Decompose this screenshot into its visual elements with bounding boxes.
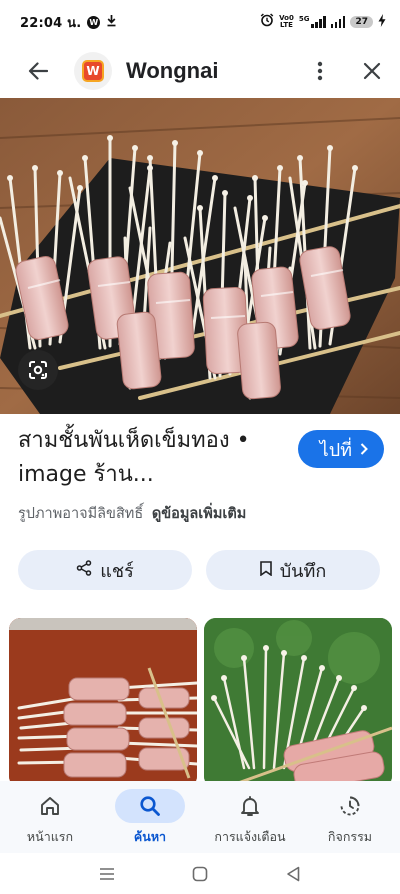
download-notification-icon xyxy=(106,14,117,31)
site-title: Wongnai xyxy=(126,58,219,83)
activity-icon xyxy=(315,789,385,823)
google-lens-icon[interactable] xyxy=(18,350,58,390)
back-arrow-icon[interactable] xyxy=(26,59,50,83)
home-icon xyxy=(15,789,85,823)
more-info-link[interactable]: ดูข้อมูลเพิ่มเติม xyxy=(152,506,246,522)
related-image[interactable] xyxy=(9,618,197,788)
related-image[interactable] xyxy=(204,618,392,788)
share-icon xyxy=(76,559,92,581)
home-button-icon[interactable] xyxy=(190,864,210,884)
nav-item-activity[interactable]: กิจกรรม xyxy=(300,781,400,853)
chevron-right-icon xyxy=(360,440,368,459)
visit-site-label: ไปที่ xyxy=(319,439,352,461)
result-title[interactable]: สามชั้นพันเห็ดเข็มทอง • image ร้าน... xyxy=(18,424,268,492)
system-navigation-bar xyxy=(0,853,400,894)
charging-icon xyxy=(378,13,386,31)
recent-apps-icon[interactable] xyxy=(97,864,117,884)
visit-site-button[interactable]: ไปที่ xyxy=(297,430,384,468)
copyright-note: รูปภาพอาจมีลิขสิทธิ์ xyxy=(18,506,144,522)
nav-label-search: ค้นหา xyxy=(133,829,167,844)
alarm-icon xyxy=(260,13,274,31)
bookmark-icon xyxy=(259,560,272,581)
site-logo: W xyxy=(74,52,112,90)
share-label: แชร์ xyxy=(100,560,134,582)
whatsapp-notification-icon: W xyxy=(87,15,101,29)
network-type-label: 5G xyxy=(298,15,310,23)
more-options-icon[interactable] xyxy=(308,59,332,83)
copyright-row: รูปภาพอาจมีลิขสิทธิ์ ดูข้อมูลเพิ่มเติม xyxy=(18,502,384,525)
nav-item-notifications[interactable]: การแจ้งเตือน xyxy=(200,781,300,853)
action-row: แชร์ บันทึก xyxy=(18,550,380,590)
battery-level: 27 xyxy=(350,16,373,28)
nav-item-home[interactable]: หน้าแรก xyxy=(0,781,100,853)
save-label: บันทึก xyxy=(279,560,327,582)
signal-strength-icon xyxy=(330,16,346,28)
nav-label-home: หน้าแรก xyxy=(26,829,74,844)
app-header: W Wongnai xyxy=(0,44,400,98)
lte-label: LTE xyxy=(280,21,293,29)
nav-label-activity: กิจกรรม xyxy=(327,829,373,844)
result-info: สามชั้นพันเห็ดเข็มทอง • image ร้าน... ไป… xyxy=(18,424,384,525)
close-icon[interactable] xyxy=(360,59,384,83)
status-time: 22:04 น. xyxy=(20,15,82,31)
wongnai-logo-icon: W xyxy=(82,60,104,82)
result-image[interactable] xyxy=(0,98,400,414)
nav-item-search[interactable]: ค้นหา xyxy=(100,781,200,853)
share-button[interactable]: แชร์ xyxy=(18,550,192,590)
bell-icon xyxy=(215,789,285,823)
status-bar: 22:04 น. W Vo0 LTE 5G 27 xyxy=(0,0,400,44)
search-icon xyxy=(115,789,185,823)
save-button[interactable]: บันทึก xyxy=(206,550,380,590)
nav-label-notifications: การแจ้งเตือน xyxy=(214,829,286,844)
bottom-navigation: หน้าแรก ค้นหา การแจ้งเตือน กิจกรรม xyxy=(0,781,400,853)
volte-indicator: Vo0 LTE xyxy=(279,15,294,29)
back-triangle-icon[interactable] xyxy=(283,864,303,884)
signal-5g-icon: 5G xyxy=(299,16,326,28)
